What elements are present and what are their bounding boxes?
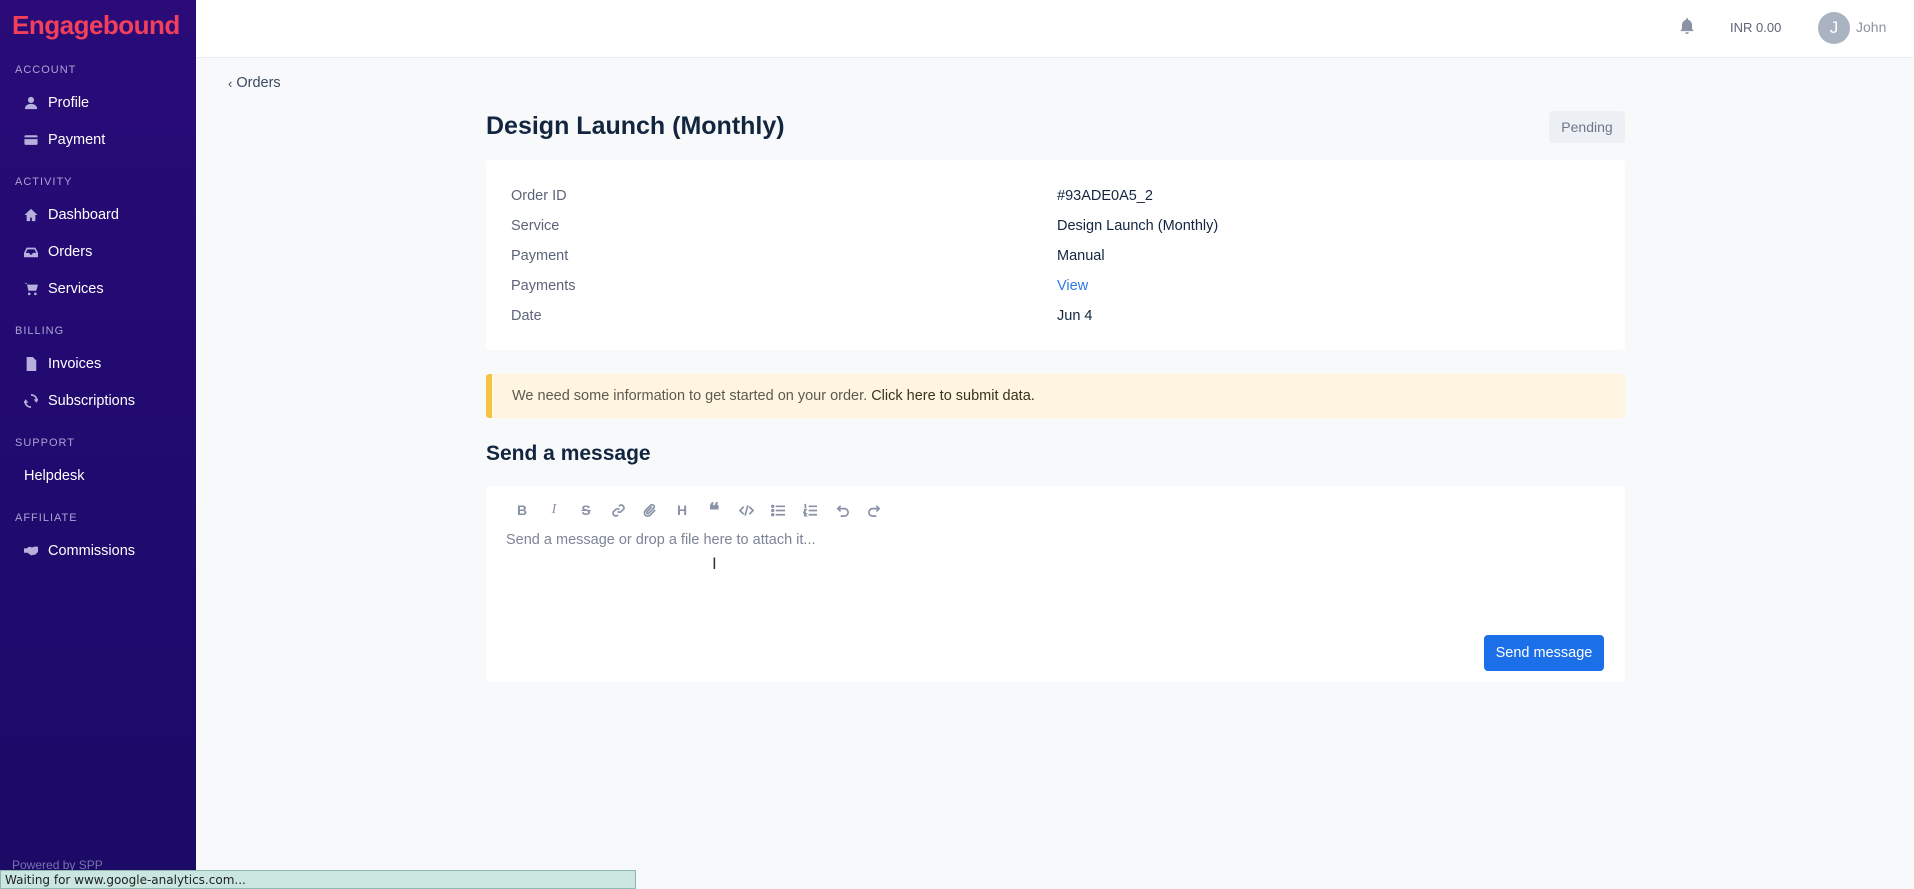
back-to-orders-link[interactable]: ‹ Orders xyxy=(228,75,281,91)
section-account: ACCOUNT xyxy=(15,64,77,76)
detail-row-order-id: Order ID #93ADE0A5_2 xyxy=(511,188,1600,208)
sidebar-item-subscriptions[interactable]: Subscriptions xyxy=(24,390,135,412)
credit-card-icon xyxy=(24,133,38,147)
bullet-list-icon[interactable] xyxy=(762,496,794,524)
cart-icon xyxy=(24,282,38,296)
sidebar-item-profile[interactable]: Profile xyxy=(24,92,89,114)
browser-status-bar: Waiting for www.google-analytics.com... xyxy=(0,870,636,889)
link-icon[interactable] xyxy=(602,496,634,524)
detail-label: Payments xyxy=(511,278,576,294)
detail-label: Date xyxy=(511,308,542,324)
detail-value: #93ADE0A5_2 xyxy=(1057,188,1153,204)
submit-data-link[interactable]: Click here to submit data. xyxy=(871,388,1035,404)
home-icon xyxy=(24,208,38,222)
sidebar-item-label: Helpdesk xyxy=(24,468,85,484)
detail-label: Service xyxy=(511,218,560,234)
detail-row-date: Date Jun 4 xyxy=(511,308,1600,328)
chevron-left-icon: ‹ xyxy=(228,75,233,91)
account-balance[interactable]: INR 0.00 xyxy=(1730,20,1781,35)
detail-row-payment: Payment Manual xyxy=(511,248,1600,268)
italic-icon[interactable]: I xyxy=(538,496,570,524)
detail-label: Payment xyxy=(511,248,569,264)
page-title: Design Launch (Monthly) xyxy=(486,112,785,140)
text-cursor-icon: I xyxy=(712,554,717,573)
heading-icon[interactable]: H xyxy=(666,496,698,524)
sidebar-item-commissions[interactable]: Commissions xyxy=(24,540,135,562)
detail-row-payments: Payments View xyxy=(511,278,1600,298)
detail-value: Manual xyxy=(1057,248,1105,264)
alert-text: We need some information to get started … xyxy=(512,388,868,404)
sidebar: Engagebound ACCOUNT Profile Payment ACTI… xyxy=(0,0,196,889)
detail-label: Order ID xyxy=(511,188,567,204)
section-affiliate: AFFILIATE xyxy=(15,512,78,524)
strikethrough-icon[interactable]: S xyxy=(570,496,602,524)
user-name[interactable]: John xyxy=(1856,19,1886,35)
editor-toolbar: B I S H ❝ xyxy=(506,496,890,524)
sidebar-item-label: Services xyxy=(48,281,104,297)
bold-icon[interactable]: B xyxy=(506,496,538,524)
sidebar-item-payment[interactable]: Payment xyxy=(24,129,105,151)
section-activity: ACTIVITY xyxy=(15,176,73,188)
avatar[interactable]: J xyxy=(1818,12,1850,44)
undo-icon[interactable] xyxy=(826,496,858,524)
sidebar-item-invoices[interactable]: Invoices xyxy=(24,353,101,375)
section-support: SUPPORT xyxy=(15,437,75,449)
sidebar-item-label: Dashboard xyxy=(48,207,119,223)
view-payments-link[interactable]: View xyxy=(1057,278,1088,294)
section-billing: BILLING xyxy=(15,325,65,337)
sidebar-item-services[interactable]: Services xyxy=(24,278,104,300)
send-message-button[interactable]: Send message xyxy=(1484,635,1604,671)
sidebar-item-label: Payment xyxy=(48,132,106,148)
sidebar-item-helpdesk[interactable]: Helpdesk xyxy=(24,465,84,487)
refresh-icon xyxy=(24,394,38,408)
bell-icon[interactable] xyxy=(1678,17,1696,35)
detail-value: Jun 4 xyxy=(1057,308,1093,324)
send-message-heading: Send a message xyxy=(486,442,651,465)
sidebar-item-label: Commissions xyxy=(48,543,136,559)
sidebar-item-label: Orders xyxy=(48,244,93,260)
top-bar xyxy=(196,0,1914,58)
inbox-icon xyxy=(24,245,38,259)
sidebar-item-dashboard[interactable]: Dashboard xyxy=(24,204,119,226)
info-alert: We need some information to get started … xyxy=(486,374,1625,418)
order-details-card: Order ID #93ADE0A5_2 Service Design Laun… xyxy=(486,160,1625,350)
status-badge: Pending xyxy=(1549,111,1625,143)
code-icon[interactable] xyxy=(730,496,762,524)
sidebar-item-label: Profile xyxy=(48,95,90,111)
user-icon xyxy=(24,96,38,110)
back-link-label: Orders xyxy=(236,75,281,91)
sidebar-item-label: Invoices xyxy=(48,356,102,372)
quote-icon[interactable]: ❝ xyxy=(698,496,730,524)
attachment-icon[interactable] xyxy=(634,496,666,524)
numbered-list-icon[interactable] xyxy=(794,496,826,524)
sidebar-item-orders[interactable]: Orders xyxy=(24,241,92,263)
message-input[interactable] xyxy=(506,532,1606,612)
file-icon xyxy=(24,357,38,371)
message-editor: B I S H ❝ Send message xyxy=(486,486,1625,682)
sidebar-item-label: Subscriptions xyxy=(48,393,136,409)
handshake-icon xyxy=(24,544,38,558)
detail-value: Design Launch (Monthly) xyxy=(1057,218,1219,234)
detail-row-service: Service Design Launch (Monthly) xyxy=(511,218,1600,238)
redo-icon[interactable] xyxy=(858,496,890,524)
brand-logo[interactable]: Engagebound xyxy=(12,10,180,41)
